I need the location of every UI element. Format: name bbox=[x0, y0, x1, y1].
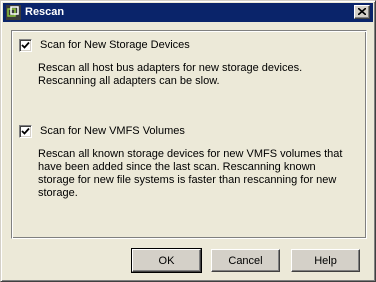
scan-storage-devices-checkbox[interactable] bbox=[19, 39, 32, 52]
title-bar[interactable]: Rescan bbox=[3, 3, 373, 22]
rescan-dialog: Rescan Scan for New Storage Devices Resc… bbox=[0, 0, 376, 282]
scan-storage-devices-label[interactable]: Scan for New Storage Devices bbox=[40, 39, 190, 52]
close-button[interactable] bbox=[354, 5, 370, 19]
scan-vmfs-volumes-option[interactable]: Scan for New VMFS Volumes bbox=[19, 125, 185, 138]
help-button[interactable]: Help bbox=[291, 249, 360, 272]
scan-vmfs-volumes-checkbox[interactable] bbox=[19, 125, 32, 138]
scan-storage-devices-description: Rescan all host bus adapters for new sto… bbox=[38, 62, 303, 87]
window-title: Rescan bbox=[25, 6, 65, 18]
vmware-logo-icon bbox=[6, 5, 21, 20]
cancel-button[interactable]: Cancel bbox=[211, 249, 280, 272]
scan-storage-devices-option[interactable]: Scan for New Storage Devices bbox=[19, 39, 190, 52]
scan-vmfs-volumes-label[interactable]: Scan for New VMFS Volumes bbox=[40, 125, 185, 138]
scan-vmfs-volumes-description: Rescan all known storage devices for new… bbox=[38, 148, 343, 199]
ok-button[interactable]: OK bbox=[131, 248, 202, 273]
close-icon bbox=[357, 6, 367, 18]
